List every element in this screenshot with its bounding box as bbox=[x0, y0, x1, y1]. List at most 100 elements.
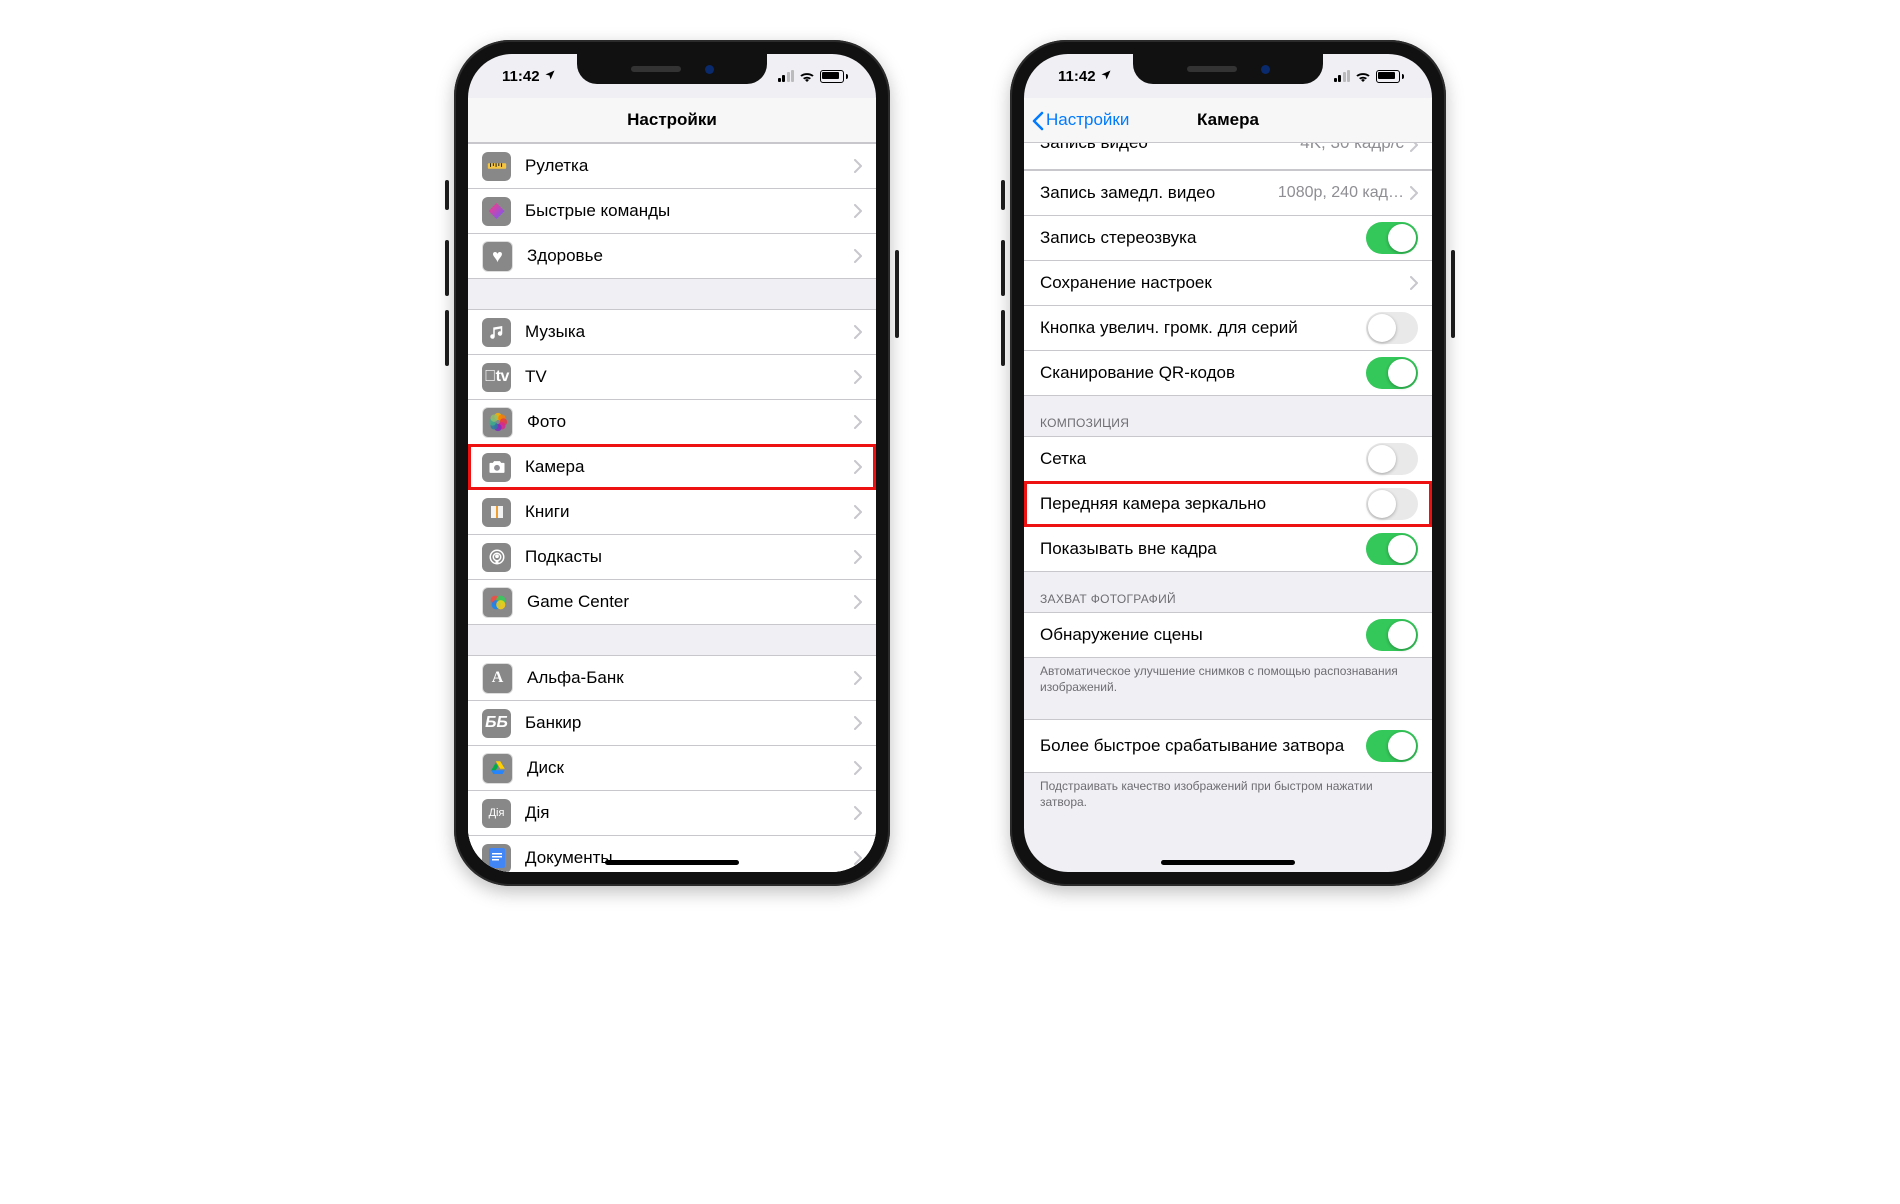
chevron-right-icon bbox=[854, 806, 862, 820]
camera-row[interactable]: Запись стереозвука bbox=[1024, 216, 1432, 261]
toggle[interactable] bbox=[1366, 357, 1418, 389]
disk-icon bbox=[482, 753, 513, 784]
notch bbox=[1133, 54, 1323, 84]
camera-row[interactable]: Более быстрое срабатывание затвора bbox=[1024, 720, 1432, 772]
navbar-settings: Настройки bbox=[468, 98, 876, 143]
camera-row[interactable]: Сканирование QR-кодов bbox=[1024, 351, 1432, 395]
docs-icon bbox=[482, 844, 511, 873]
chevron-right-icon bbox=[854, 595, 862, 609]
row-label: Кнопка увелич. громк. для серий bbox=[1040, 318, 1366, 338]
toggle[interactable] bbox=[1366, 312, 1418, 344]
row-label: Диск bbox=[527, 758, 854, 778]
status-time: 11:42 bbox=[502, 68, 540, 85]
camera-row[interactable]: Показывать вне кадра bbox=[1024, 527, 1432, 571]
chevron-right-icon bbox=[1410, 276, 1418, 290]
camera-row[interactable]: Сохранение настроек bbox=[1024, 261, 1432, 306]
toggle[interactable] bbox=[1366, 730, 1418, 762]
location-icon bbox=[1100, 68, 1112, 85]
back-label: Настройки bbox=[1046, 110, 1129, 130]
row-label: Сетка bbox=[1040, 449, 1366, 469]
row-label: Музыка bbox=[525, 322, 854, 342]
settings-row-measure[interactable]: Рулетка bbox=[468, 144, 876, 189]
tv-icon: tv bbox=[482, 363, 511, 392]
camera-row[interactable]: Обнаружение сцены bbox=[1024, 613, 1432, 657]
music-icon bbox=[482, 318, 511, 347]
back-button[interactable]: Настройки bbox=[1032, 110, 1129, 131]
row-label: Запись видео bbox=[1040, 143, 1148, 153]
row-label: Запись замедл. видео bbox=[1040, 183, 1278, 203]
bankir-icon: ББ bbox=[482, 709, 511, 738]
toggle[interactable] bbox=[1366, 533, 1418, 565]
row-label: Камера bbox=[525, 457, 854, 477]
chevron-right-icon bbox=[854, 159, 862, 173]
row-label: Сканирование QR-кодов bbox=[1040, 363, 1366, 383]
settings-row-docs[interactable]: Документы bbox=[468, 836, 876, 872]
settings-row-diia[interactable]: Дія Дія bbox=[468, 791, 876, 836]
toggle[interactable] bbox=[1366, 222, 1418, 254]
camera-row[interactable]: Передняя камера зеркально bbox=[1024, 482, 1432, 527]
camera-row-record-video[interactable]: Запись видео 4K, 30 кадр/с bbox=[1024, 143, 1432, 170]
settings-row-health[interactable]: ♥Здоровье bbox=[468, 234, 876, 278]
section-footer: Подстраивать качество изображений при бы… bbox=[1024, 773, 1432, 820]
settings-row-books[interactable]: Книги bbox=[468, 490, 876, 535]
row-label: Показывать вне кадра bbox=[1040, 539, 1366, 559]
toggle[interactable] bbox=[1366, 619, 1418, 651]
row-label: Книги bbox=[525, 502, 854, 522]
chevron-right-icon bbox=[854, 249, 862, 263]
navbar-camera: Настройки Камера bbox=[1024, 98, 1432, 143]
settings-row-disk[interactable]: Диск bbox=[468, 746, 876, 791]
toggle[interactable] bbox=[1366, 443, 1418, 475]
home-indicator bbox=[605, 860, 739, 865]
chevron-right-icon bbox=[854, 716, 862, 730]
row-label: Банкир bbox=[525, 713, 854, 733]
settings-row-camera[interactable]: Камера bbox=[468, 445, 876, 490]
gamecenter-icon bbox=[482, 587, 513, 618]
chevron-right-icon bbox=[854, 370, 862, 384]
chevron-right-icon bbox=[854, 761, 862, 775]
row-label: Сохранение настроек bbox=[1040, 273, 1410, 293]
row-label: Альфа-Банк bbox=[527, 668, 854, 688]
row-detail: 4K, 30 кадр/с bbox=[1300, 143, 1404, 153]
camera-row[interactable]: Кнопка увелич. громк. для серий bbox=[1024, 306, 1432, 351]
battery-icon bbox=[820, 70, 848, 83]
row-label: Более быстрое срабатывание затвора bbox=[1040, 736, 1366, 756]
page-title: Настройки bbox=[627, 110, 717, 130]
phone-right: 11:42 Настройки Кам bbox=[1010, 40, 1446, 886]
row-label: Фото bbox=[527, 412, 854, 432]
books-icon bbox=[482, 498, 511, 527]
diia-icon: Дія bbox=[482, 799, 511, 828]
shortcuts-icon bbox=[482, 197, 511, 226]
chevron-right-icon bbox=[854, 851, 862, 865]
toggle[interactable] bbox=[1366, 488, 1418, 520]
row-label: Game Center bbox=[527, 592, 854, 612]
row-label: Дія bbox=[525, 803, 854, 823]
settings-row-music[interactable]: Музыка bbox=[468, 310, 876, 355]
row-label: Документы bbox=[525, 848, 854, 868]
settings-row-alpha[interactable]: А Альфа-Банк bbox=[468, 656, 876, 701]
wifi-icon bbox=[799, 70, 815, 82]
camera-row[interactable]: Сетка bbox=[1024, 437, 1432, 482]
settings-row-photos[interactable]: Фото bbox=[468, 400, 876, 445]
settings-row-tv[interactable]: tv TV bbox=[468, 355, 876, 400]
chevron-right-icon bbox=[1410, 186, 1418, 200]
settings-row-shortcuts[interactable]: Быстрые команды bbox=[468, 189, 876, 234]
wifi-icon bbox=[1355, 70, 1371, 82]
camera-row[interactable]: Запись замедл. видео1080p, 240 кад… bbox=[1024, 171, 1432, 216]
row-label: TV bbox=[525, 367, 854, 387]
health-icon: ♥ bbox=[482, 241, 513, 272]
settings-row-gamecenter[interactable]: Game Center bbox=[468, 580, 876, 624]
measure-icon bbox=[482, 152, 511, 181]
section-header: ЗАХВАТ ФОТОГРАФИЙ bbox=[1024, 572, 1432, 612]
chevron-right-icon bbox=[854, 671, 862, 685]
section-header: КОМПОЗИЦИЯ bbox=[1024, 396, 1432, 436]
chevron-right-icon bbox=[854, 204, 862, 218]
settings-row-bankir[interactable]: ББ Банкир bbox=[468, 701, 876, 746]
settings-row-podcasts[interactable]: Подкасты bbox=[468, 535, 876, 580]
notch bbox=[577, 54, 767, 84]
chevron-right-icon bbox=[1410, 143, 1418, 157]
row-label: Быстрые команды bbox=[525, 201, 854, 221]
row-label: Рулетка bbox=[525, 156, 854, 176]
chevron-right-icon bbox=[854, 460, 862, 474]
alpha-icon: А bbox=[482, 663, 513, 694]
phone-left: 11:42 Настройки Рулетка Быстрые команды ♥З… bbox=[454, 40, 890, 886]
